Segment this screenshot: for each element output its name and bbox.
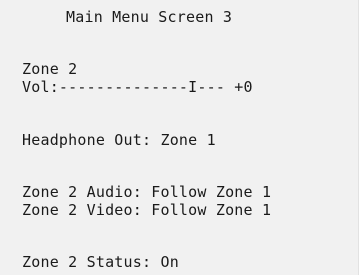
zone2-video-setting[interactable]: Zone 2 Video: Follow Zone 1 <box>22 201 271 219</box>
headphone-out-setting[interactable]: Headphone Out: Zone 1 <box>22 131 216 149</box>
zone2-audio-setting[interactable]: Zone 2 Audio: Follow Zone 1 <box>22 183 271 201</box>
zone2-status-setting[interactable]: Zone 2 Status: On <box>22 253 179 271</box>
screen-title: Main Menu Screen 3 <box>66 8 233 26</box>
volume-slider[interactable]: Vol:--------------I--- +0 <box>22 78 253 96</box>
menu-screen: Main Menu Screen 3 Zone 2 Vol:----------… <box>0 0 359 275</box>
zone-label: Zone 2 <box>22 60 78 78</box>
